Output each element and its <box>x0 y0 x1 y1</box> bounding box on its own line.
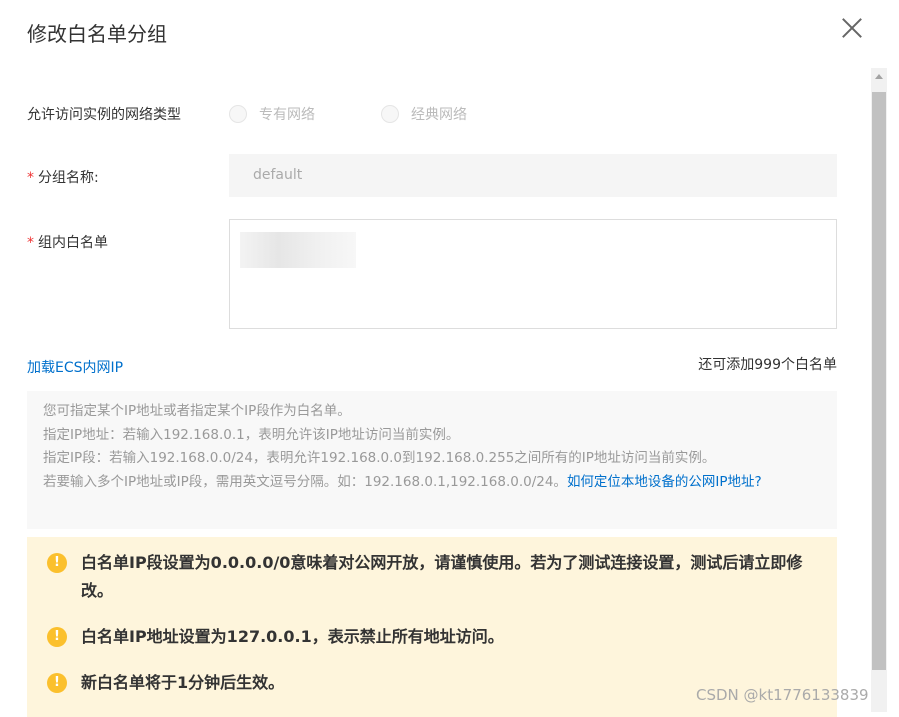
radio-vpc[interactable]: 专有网络 <box>229 104 315 124</box>
warning-text: 白名单IP段设置为0.0.0.0/0意味着对公网开放，请谨慎使用。若为了测试连接… <box>81 553 803 600</box>
close-icon[interactable] <box>840 16 864 40</box>
required-mark: * <box>27 235 34 251</box>
watermark: CSDN @kt1776133839 <box>696 686 869 704</box>
blurred-content <box>240 232 356 268</box>
tip-line: 指定IP段：若输入192.168.0.0/24，表明允许192.168.0.0到… <box>43 450 716 466</box>
label-text: 组内白名单 <box>38 235 108 251</box>
group-name-label: * 分组名称: <box>27 167 99 187</box>
warning-item: ! 白名单IP段设置为0.0.0.0/0意味着对公网开放，请谨慎使用。若为了测试连… <box>47 549 817 605</box>
radio-circle-icon <box>381 105 399 123</box>
radio-label: 经典网络 <box>411 107 467 123</box>
tip-line: 若要输入多个IP地址或IP段，需用英文逗号分隔。如：192.168.0.1,19… <box>43 471 821 495</box>
warning-text: 新白名单将于1分钟后生效。 <box>81 673 285 692</box>
label-text: 分组名称: <box>38 170 99 186</box>
radio-circle-icon <box>229 105 247 123</box>
network-type-label: 允许访问实例的网络类型 <box>27 107 181 123</box>
warning-icon: ! <box>47 553 67 573</box>
warning-icon: ! <box>47 627 67 647</box>
tip-text: 若要输入多个IP地址或IP段，需用英文逗号分隔。如：192.168.0.1,19… <box>43 473 567 490</box>
radio-classic[interactable]: 经典网络 <box>381 104 467 124</box>
scrollbar[interactable] <box>871 68 887 712</box>
remaining-count: 还可添加999个白名单 <box>698 357 837 373</box>
load-ecs-link[interactable]: 加载ECS内网IP <box>27 357 123 377</box>
warning-icon: ! <box>47 673 67 693</box>
warning-text: 白名单IP地址设置为127.0.0.1，表示禁止所有地址访问。 <box>81 627 504 646</box>
warning-item: ! 白名单IP地址设置为127.0.0.1，表示禁止所有地址访问。 <box>47 623 817 651</box>
tips-box: 您可指定某个IP地址或者指定某个IP段作为白名单。 指定IP地址：若输入192.… <box>27 391 837 529</box>
radio-label: 专有网络 <box>259 107 315 123</box>
scroll-up-icon[interactable] <box>875 74 883 79</box>
dialog-title: 修改白名单分组 <box>27 22 167 46</box>
tip-line: 您可指定某个IP地址或者指定某个IP段作为白名单。 <box>43 403 351 419</box>
whitelist-label: * 组内白名单 <box>27 232 108 252</box>
required-mark: * <box>27 170 34 186</box>
public-ip-help-link[interactable]: 如何定位本地设备的公网IP地址? <box>567 474 762 490</box>
group-name-input[interactable]: default <box>229 154 837 197</box>
whitelist-textarea[interactable] <box>229 219 837 329</box>
tip-line: 指定IP地址：若输入192.168.0.1，表明允许该IP地址访问当前实例。 <box>43 426 460 443</box>
scrollbar-thumb[interactable] <box>872 92 886 670</box>
